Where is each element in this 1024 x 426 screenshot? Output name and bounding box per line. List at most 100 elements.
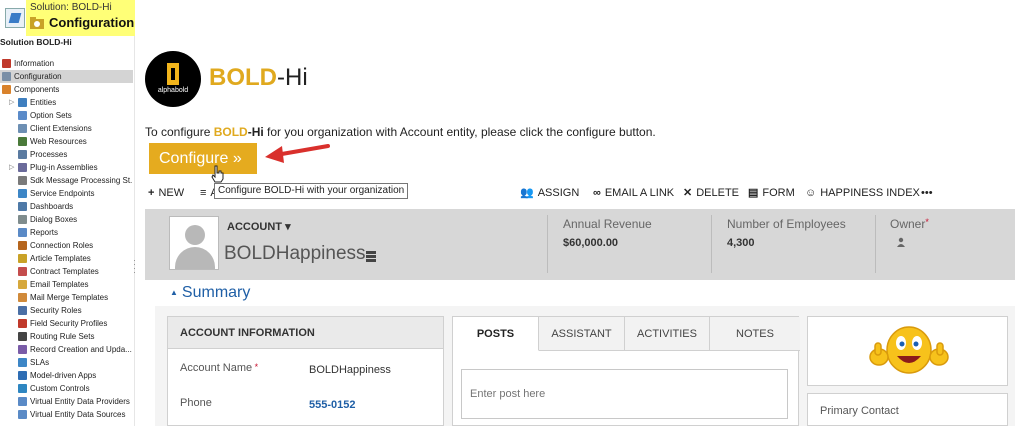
endpoint-icon xyxy=(18,189,27,198)
avatar-body xyxy=(175,247,215,269)
form-icon: ▤ xyxy=(748,187,759,199)
routing-icon xyxy=(18,332,27,341)
entity-type-label: ACCOUNT xyxy=(227,221,282,233)
tree-item-label: Components xyxy=(14,85,60,94)
record-menu-icon[interactable]: ▬ ▬ ▬ xyxy=(366,247,376,265)
tab-notes[interactable]: NOTES xyxy=(710,317,800,351)
tree-item[interactable]: Web Resources xyxy=(0,135,133,148)
tree-item[interactable]: Information xyxy=(0,57,133,70)
phone-value[interactable]: 555-0152 xyxy=(309,399,356,411)
tree-item-label: Security Roles xyxy=(30,306,82,315)
tree-item[interactable]: Sdk Message Processing St... xyxy=(0,174,133,187)
owner-user-icon[interactable] xyxy=(896,237,906,247)
logo-text: alphabold xyxy=(157,87,189,94)
tree-item[interactable]: ▷ Plug-in Assemblies xyxy=(0,161,133,174)
logo-mark xyxy=(167,63,179,85)
account-name-value[interactable]: BOLDHappiness xyxy=(309,364,391,376)
tree-item-label: Routing Rule Sets xyxy=(30,332,95,341)
command-form[interactable]: ▤ FORM xyxy=(748,185,795,201)
tree-item[interactable]: Virtual Entity Data Providers xyxy=(0,395,133,408)
tree-item[interactable]: Option Sets xyxy=(0,109,133,122)
optionsets-icon xyxy=(18,111,27,120)
tree-item-label: Model-driven Apps xyxy=(30,371,97,380)
account-avatar[interactable] xyxy=(169,216,219,270)
command-label: DELETE xyxy=(696,187,740,199)
solution-subtitle: Solution: BOLD-Hi xyxy=(30,2,112,13)
tree-item[interactable]: Dialog Boxes xyxy=(0,213,133,226)
tree-item[interactable]: Security Roles xyxy=(0,304,133,317)
tree-item[interactable]: Reports xyxy=(0,226,133,239)
assign-icon: 👥 xyxy=(520,187,534,199)
tree-item[interactable]: Mail Merge Templates xyxy=(0,291,133,304)
tree-item[interactable]: Field Security Profiles xyxy=(0,317,133,330)
tab-posts[interactable]: POSTS xyxy=(453,317,539,351)
instruction-brand-hi: -Hi xyxy=(247,125,264,139)
plugin-icon xyxy=(18,163,27,172)
tab-assistant[interactable]: ASSISTANT xyxy=(539,317,625,351)
entities-icon xyxy=(18,98,27,107)
kpi-employees: Number of Employees 4,300 xyxy=(727,217,846,249)
tree-item[interactable]: Contract Templates xyxy=(0,265,133,278)
connection-icon xyxy=(18,241,27,250)
brand-title: BOLD-Hi xyxy=(209,64,308,92)
tree-item[interactable]: Components xyxy=(0,83,133,96)
tree-item-label: Contract Templates xyxy=(30,267,99,276)
dropdown-caret-icon: ▾ xyxy=(285,221,291,233)
command-plus[interactable]: + NEW xyxy=(148,185,184,201)
command-assign[interactable]: 👥 ASSIGN xyxy=(520,185,579,201)
webres-icon xyxy=(18,137,27,146)
tree-item[interactable]: Client Extensions xyxy=(0,122,133,135)
components-icon xyxy=(2,85,11,94)
tree-item[interactable]: Model-driven Apps xyxy=(0,369,133,382)
tree-item-label: Sdk Message Processing St... xyxy=(30,176,133,185)
tab-activities[interactable]: ACTIVITIES xyxy=(625,317,710,351)
kpi-divider xyxy=(711,215,712,273)
tree-item-label: Configuration xyxy=(14,72,62,81)
tree-item-label: Option Sets xyxy=(30,111,72,120)
delete-icon: ✕ xyxy=(683,187,693,199)
required-marker: * xyxy=(925,217,929,227)
tree-item[interactable]: Configuration xyxy=(0,70,133,83)
expand-arrow-icon[interactable]: ▷ xyxy=(9,161,14,174)
sdk-icon xyxy=(18,176,27,185)
tree-item[interactable]: Service Endpoints xyxy=(0,187,133,200)
happiness-card xyxy=(807,316,1008,386)
solution-tree: Information Configuration Components ▷ Entit… xyxy=(0,57,133,421)
tree-item[interactable]: Processes xyxy=(0,148,133,161)
sla-icon xyxy=(18,358,27,367)
tree-item[interactable]: Connection Roles xyxy=(0,239,133,252)
tree-item-label: Connection Roles xyxy=(30,241,94,250)
command-smiley[interactable]: ☺ HAPPINESS INDEX xyxy=(805,185,920,201)
kpi-owner[interactable]: Owner* xyxy=(890,217,929,250)
tree-item[interactable]: Routing Rule Sets xyxy=(0,330,133,343)
tree-item-label: SLAs xyxy=(30,358,50,367)
account-information-section: ACCOUNT INFORMATION Account Name * BOLDH… xyxy=(167,316,444,426)
command-link[interactable]: ∞ EMAIL A LINK xyxy=(593,185,674,201)
apps-icon xyxy=(18,371,27,380)
command-label: EMAIL A LINK xyxy=(604,187,675,199)
tree-item-label: Custom Controls xyxy=(30,384,90,393)
tree-item[interactable]: ▷ Entities xyxy=(0,96,133,109)
panel-splitter[interactable]: · · · · xyxy=(133,256,136,277)
command-delete[interactable]: ✕ DELETE xyxy=(683,185,739,201)
configure-button[interactable]: Configure » xyxy=(149,143,257,174)
required-marker: * xyxy=(252,362,259,372)
post-input[interactable] xyxy=(461,369,788,419)
tree-item[interactable]: SLAs xyxy=(0,356,133,369)
tree-item[interactable]: Dashboards xyxy=(0,200,133,213)
record-creation-icon xyxy=(18,345,27,354)
kpi-divider xyxy=(547,215,548,273)
entity-type-selector[interactable]: ACCOUNT ▾ xyxy=(227,220,291,233)
owner-label: Owner xyxy=(890,217,926,231)
tree-item[interactable]: Record Creation and Upda... xyxy=(0,343,133,356)
social-pane: POSTS ASSISTANT ACTIVITIES NOTES xyxy=(452,316,800,426)
collapse-triangle-icon: ▲ xyxy=(170,288,178,298)
tree-item[interactable]: Email Templates xyxy=(0,278,133,291)
tree-item[interactable]: Article Templates xyxy=(0,252,133,265)
article-icon xyxy=(18,254,27,263)
command-more[interactable]: ••• xyxy=(921,185,933,201)
summary-section-header[interactable]: ▲ Summary xyxy=(170,284,250,302)
expand-arrow-icon[interactable]: ▷ xyxy=(9,96,14,109)
tree-item[interactable]: Virtual Entity Data Sources xyxy=(0,408,133,421)
tree-item[interactable]: Custom Controls xyxy=(0,382,133,395)
